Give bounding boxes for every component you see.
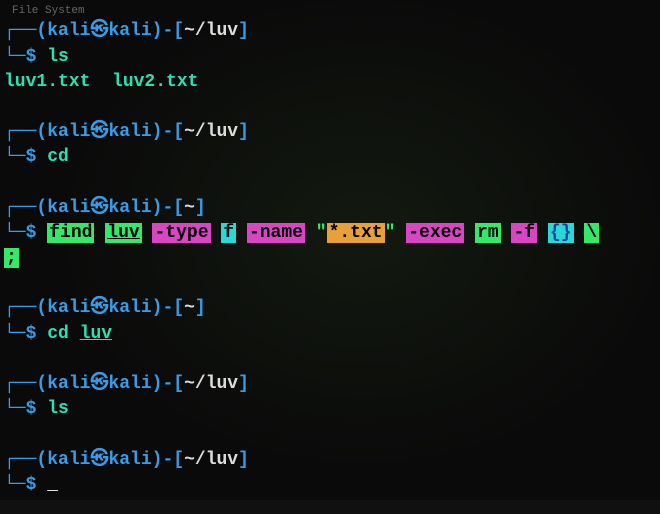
terminal[interactable]: File System ┌──(kali㉿kali)-[~/luv] └─$ l… (0, 0, 660, 500)
find-dir: luv (105, 223, 141, 243)
rm-flag: -f (511, 223, 537, 243)
name-flag: -name (247, 223, 305, 243)
type-val: f (221, 223, 236, 243)
cmd-line-2: └─$ find luv -type f -name "*.txt" -exec… (4, 221, 656, 246)
cmd-line-1: └─$ cd (4, 145, 656, 170)
at-icon: ㉿ (90, 21, 108, 41)
cmd-line-0: └─$ ls (4, 45, 656, 70)
cd-arg: luv (80, 324, 112, 344)
find-cmd: find (47, 223, 94, 243)
prompt-line-4: ┌──(kali㉿kali)-[~/luv] (4, 372, 656, 397)
rm-cmd: rm (475, 223, 501, 243)
prompt-line-1: ┌──(kali㉿kali)-[~/luv] (4, 120, 656, 145)
braces: {} (548, 223, 574, 243)
cursor: _ (47, 475, 58, 495)
prompt-line-3: ┌──(kali㉿kali)-[~] (4, 296, 656, 321)
prompt-line-0: ┌──(kali㉿kali)-[~/luv] (4, 19, 656, 44)
type-flag: -type (152, 223, 210, 243)
exec-flag: -exec (406, 223, 464, 243)
cmd-line-4: └─$ ls (4, 397, 656, 422)
pattern: *.txt (327, 223, 385, 243)
prompt-line-5: ┌──(kali㉿kali)-[~/luv] (4, 448, 656, 473)
status-bar (0, 500, 660, 514)
command: ls (47, 47, 69, 67)
cmd-line-3: └─$ cd luv (4, 322, 656, 347)
output-0: luv1.txt luv2.txt (4, 70, 656, 95)
bslash: \ (584, 223, 599, 243)
cmd-line-5: └─$ _ (4, 473, 656, 498)
user: kali (47, 21, 90, 41)
file-system-label: File System (4, 2, 656, 19)
path: ~/luv (184, 21, 238, 41)
semi: ; (4, 248, 19, 268)
prompt-line-2: ┌──(kali㉿kali)-[~] (4, 196, 656, 221)
host: kali (108, 21, 151, 41)
